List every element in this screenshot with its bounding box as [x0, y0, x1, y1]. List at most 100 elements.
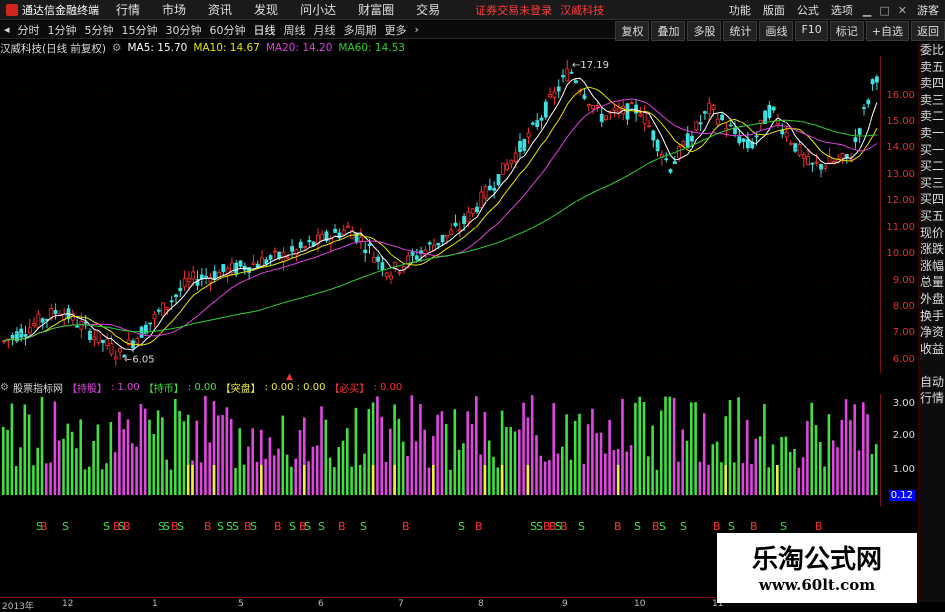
- candle-body: [763, 110, 767, 125]
- menu-discover[interactable]: 发现: [243, 1, 289, 18]
- candle-body: [789, 142, 793, 145]
- indicator-bar: [376, 396, 379, 495]
- candle-body: [535, 120, 540, 127]
- indicator-settings-icon[interactable]: ⚙: [0, 382, 9, 393]
- stats-button[interactable]: 统计: [723, 21, 758, 41]
- return-button[interactable]: 返回: [911, 21, 945, 41]
- indicator-bar: [122, 429, 125, 495]
- draw-button[interactable]: 画线: [759, 21, 794, 41]
- adjust-button[interactable]: 复权: [615, 21, 650, 41]
- candle-body: [53, 310, 58, 315]
- menu-function[interactable]: 功能: [723, 2, 757, 18]
- candle-body: [698, 121, 703, 125]
- period-1min[interactable]: 1分钟: [44, 22, 81, 38]
- indicator-bar: [358, 464, 362, 495]
- breakout-bar: [260, 465, 263, 495]
- quote-field-label: 行情: [919, 391, 944, 406]
- candle-body: [694, 121, 699, 131]
- period-60min[interactable]: 60分钟: [206, 22, 250, 38]
- multi-stock-button[interactable]: 多股: [687, 21, 722, 41]
- close-icon[interactable]: ✕: [894, 4, 911, 17]
- period-more[interactable]: 更多: [381, 22, 411, 38]
- period-30min[interactable]: 30分钟: [162, 22, 206, 38]
- indicator-bar: [427, 467, 431, 495]
- indicator-bar: [831, 440, 835, 495]
- indicator-bar: [277, 448, 280, 495]
- candle-body: [221, 264, 226, 272]
- buy-signal: B: [475, 520, 483, 533]
- menu-quotes[interactable]: 行情: [105, 1, 151, 18]
- date-tick: 12: [62, 599, 74, 609]
- indicator-bar: [148, 419, 151, 495]
- period-monthly[interactable]: 月线: [310, 22, 340, 38]
- candle-body: [707, 102, 712, 114]
- mustbuy-value: : 0.00: [373, 381, 403, 393]
- indicator-bar: [354, 407, 358, 495]
- candle-body: [272, 250, 277, 253]
- candle-body: [363, 249, 368, 254]
- indicator-bar: [569, 459, 573, 495]
- toolbar-right: 复权 叠加 多股 统计 画线 F10 标记 +自选 返回: [613, 21, 945, 41]
- indicator-bar: [862, 402, 865, 495]
- f10-button[interactable]: F10: [795, 21, 828, 41]
- candle-body: [870, 79, 875, 85]
- period-daily[interactable]: 日线: [250, 22, 280, 38]
- menu-wealth[interactable]: 财富圈: [347, 1, 405, 18]
- indicator-bar: [217, 415, 220, 495]
- minimize-icon[interactable]: ▁: [859, 4, 875, 17]
- menu-layout[interactable]: 版面: [757, 2, 791, 18]
- period-15min[interactable]: 15分钟: [118, 22, 162, 38]
- settings-icon[interactable]: ⚙: [112, 42, 121, 54]
- candle-body: [165, 307, 170, 310]
- period-multi[interactable]: 多周期: [340, 22, 381, 38]
- indicator-bar: [758, 436, 762, 495]
- mark-button[interactable]: 标记: [829, 21, 864, 41]
- date-tick: 6: [318, 599, 324, 609]
- quote-side-panel: 委比 卖五 卖四 卖三 卖二 卖一 买一 买二 买三 买四 买五 现价 涨跌 涨幅 总量 外盘 换手 净资 收益 自动…: [918, 42, 945, 602]
- maximize-icon[interactable]: □: [875, 4, 893, 17]
- menu-ask[interactable]: 问小达: [289, 1, 347, 18]
- buy-signal: B: [204, 520, 212, 533]
- indicator-bar: [509, 426, 512, 495]
- menu-trade[interactable]: 交易: [405, 1, 451, 18]
- breakout-bar: [526, 465, 530, 495]
- sell-signal: S: [680, 520, 687, 533]
- menu-options[interactable]: 选项: [825, 2, 859, 18]
- indicator-bar: [109, 421, 113, 495]
- menu-market[interactable]: 市场: [151, 1, 197, 18]
- trade-login-notice[interactable]: 证券交易未登录: [475, 2, 552, 18]
- indicator-tick: 0.12: [888, 490, 915, 501]
- indicator-bar: [518, 429, 521, 495]
- candlestick-chart[interactable]: ←17.19←6.05: [0, 56, 880, 373]
- indicator-bar: [419, 404, 422, 495]
- quote-field-label: 卖五: [919, 59, 944, 74]
- indicator-bar: [49, 462, 52, 495]
- indicator-bar: [113, 452, 117, 495]
- indicator-chart[interactable]: [0, 395, 880, 495]
- quote-field-label: 买二: [919, 159, 944, 174]
- period-5min[interactable]: 5分钟: [81, 22, 118, 38]
- menu-news[interactable]: 资讯: [197, 1, 243, 18]
- menu-guest[interactable]: 游客: [911, 2, 945, 18]
- chevron-right-icon[interactable]: ›: [411, 23, 423, 36]
- indicator-bar: [225, 407, 229, 495]
- candle-body: [174, 294, 178, 297]
- indicator-bar: [836, 447, 839, 495]
- indicator-bar: [79, 419, 82, 495]
- sell-signal: S: [177, 520, 184, 533]
- add-watchlist-button[interactable]: +自选: [865, 21, 909, 41]
- quote-field-label: 卖二: [919, 109, 944, 124]
- buy-signal: B: [274, 520, 282, 533]
- menu-formula[interactable]: 公式: [791, 2, 825, 18]
- period-timeshare[interactable]: 分时: [14, 22, 44, 38]
- indicator-bar: [711, 444, 715, 495]
- overlay-button[interactable]: 叠加: [651, 21, 686, 41]
- candle-body: [152, 313, 157, 320]
- indicator-bar: [629, 445, 633, 495]
- indicator-bar: [406, 455, 409, 495]
- period-weekly[interactable]: 周线: [280, 22, 310, 38]
- price-tick: 12.00: [886, 195, 915, 207]
- back-icon[interactable]: ◂: [0, 23, 14, 36]
- candle-body: [234, 262, 239, 274]
- indicator-bar: [543, 461, 547, 495]
